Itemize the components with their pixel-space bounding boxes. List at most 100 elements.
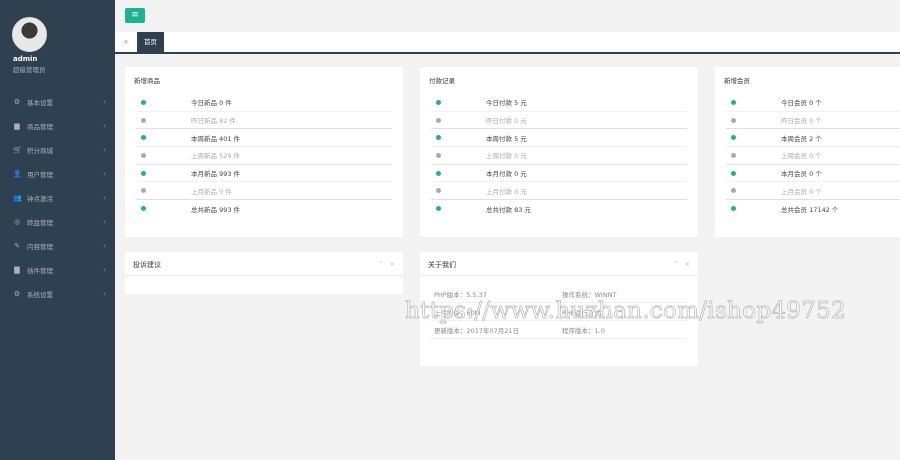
status-dot-icon [436,170,441,176]
cart-icon: 🛒 [13,146,22,154]
stat-row: 今日付款 5 元 [431,94,687,112]
gear-icon: ⚙ [13,98,21,106]
box-title: 关于我们 [428,261,456,269]
close-icon[interactable]: × [685,260,690,268]
stat-text: 本周新品 401 件 [191,134,241,143]
chevron-left-icon: ‹ [103,122,106,130]
stat-row: 上周新品 529 件 [136,147,392,165]
sidebar-item[interactable]: 👥 钟点激活 ‹ [0,186,115,210]
stat-row: 上月新品 0 件 [136,182,392,201]
stat-row: 本周会员 2 个 [726,129,900,148]
status-dot-icon [731,152,736,158]
status-dot-icon [141,152,146,158]
stat-text: 本月新品 993 件 [191,170,241,179]
stat-row: 昨日新品 82 件 [136,112,392,130]
about-cell: PHP版本：5.5.37 [434,290,487,299]
stat-row: 本月会员 0 个 [726,165,900,183]
panel-title: 新增商品 [134,77,160,85]
menu-toggle-button[interactable]: ≡ [125,8,145,23]
stat-text: 上周付款 0 元 [486,152,527,161]
sidebar-item-label: 转盘管理 [27,219,53,227]
status-dot-icon [141,135,146,141]
about-cell: 更新版本：2017年07月21日 [434,326,520,335]
stat-row: 上月会员 0 个 [726,182,900,201]
stat-row: 本月新品 993 件 [136,165,392,183]
chevron-left-icon: ‹ [103,146,106,154]
stat-text: 今日付款 5 元 [486,99,527,108]
status-dot-icon [731,188,736,194]
stat-row: 今日会员 0 个 [726,94,900,112]
box-tools: ⌃ × [669,260,690,268]
stat-text: 总共会员 17142 个 [781,205,839,214]
panel-title: 付款记录 [429,77,455,85]
status-dot-icon [436,135,441,141]
stat-text: 上月新品 0 件 [191,187,232,196]
stat-text: 上周新品 529 件 [191,152,241,161]
status-dot-icon [731,117,736,123]
stat-row: 昨日会员 0 个 [726,112,900,130]
sidebar-item[interactable]: ▆ 商品管理 ‹ [0,114,115,138]
stat-text: 本周付款 5 元 [486,134,527,143]
sidebar-item[interactable]: ◎ 转盘管理 ‹ [0,210,115,234]
collapse-icon[interactable]: ⌃ [378,260,383,268]
status-dot-icon [436,188,441,194]
topbar: ≡ [115,0,900,31]
stat-text: 上月会员 0 个 [781,187,822,196]
panel-feedback: 投诉建议 ⌃ × [125,252,403,294]
about-cell: 操作系统：WINNT [562,290,617,299]
compass-icon: ◎ [13,218,21,226]
tab-scroll-left-icon[interactable]: « [115,32,137,52]
box-header: 投诉建议 ⌃ × [125,252,403,276]
status-dot-icon [141,99,146,105]
panel-payments: 付款记录 今日付款 5 元昨日付款 0 元本周付款 5 元上周付款 0 元本月付… [420,67,698,237]
collapse-icon[interactable]: ⌃ [673,260,678,268]
stat-text: 今日新品 0 件 [191,99,232,108]
box-tools: ⌃ × [374,260,395,268]
stat-row: 总共付款 83 元 [431,200,687,218]
sidebar-item[interactable]: ⚙ 基本设置 ‹ [0,90,115,114]
stat-text: 今日会员 0 个 [781,99,822,108]
sidebar-item[interactable]: 🛒 积分商城 ‹ [0,138,115,162]
status-dot-icon [141,206,146,212]
sidebar-nav: ⚙ 基本设置 ‹ ▆ 商品管理 ‹ 🛒 积分商城 ‹ 👤 用户管理 ‹ 👥 钟点激活 ‹ ◎ 转盘管理 ‹ ✎ 内容管… [0,90,115,306]
sidebar-item-label: 钟点激活 [27,195,53,203]
sidebar-item-label: 商品管理 [27,123,53,131]
panel-title: 新增会员 [724,77,750,85]
sidebar-item[interactable]: ✎ 内容管理 ‹ [0,234,115,258]
stat-row: 本周付款 5 元 [431,129,687,148]
about-cell: 程序版本：1.0 [562,326,605,335]
sidebar-item[interactable]: ⚙ 系统设置 ‹ [0,282,115,306]
user-name[interactable]: admin [13,55,37,63]
status-dot-icon [731,99,736,105]
stat-list: 今日付款 5 元昨日付款 0 元本周付款 5 元上周付款 0 元本月付款 0 元… [431,94,687,218]
stat-text: 上月付款 0 元 [486,187,527,196]
avatar[interactable] [12,17,47,52]
sidebar-item-label: 内容管理 [27,243,53,251]
sidebar-item-label: 基本设置 [27,99,53,107]
stat-row: 上月付款 0 元 [431,182,687,201]
stat-row: 今日新品 0 件 [136,94,392,112]
stat-row: 总共会员 17142 个 [726,200,900,218]
user-icon: 👤 [13,170,22,178]
status-dot-icon [436,117,441,123]
chevron-left-icon: ‹ [103,98,106,106]
stat-row: 昨日付款 0 元 [431,112,687,130]
sidebar-item[interactable]: 👤 用户管理 ‹ [0,162,115,186]
sidebar-item-label: 系统设置 [27,291,53,299]
chevron-left-icon: ‹ [103,170,106,178]
sidebar-item-label: 积分商城 [27,147,53,155]
status-dot-icon [731,135,736,141]
box-title: 投诉建议 [133,261,161,269]
tab-home[interactable]: 首页 [137,32,164,52]
stat-list: 今日新品 0 件昨日新品 82 件本周新品 401 件上周新品 529 件本月新… [136,94,392,218]
status-dot-icon [731,206,736,212]
plugin-icon: ▇ [14,266,20,274]
status-dot-icon [436,152,441,158]
stat-row: 本周新品 401 件 [136,129,392,148]
close-icon[interactable]: × [390,260,395,268]
edit-icon: ✎ [14,242,20,250]
stat-text: 本月付款 0 元 [486,170,527,179]
stat-text: 昨日会员 0 个 [781,117,822,126]
sidebar-item[interactable]: ▇ 插件管理 ‹ [0,258,115,282]
panel-new-products: 新增商品 今日新品 0 件昨日新品 82 件本周新品 401 件上周新品 529… [125,67,403,237]
